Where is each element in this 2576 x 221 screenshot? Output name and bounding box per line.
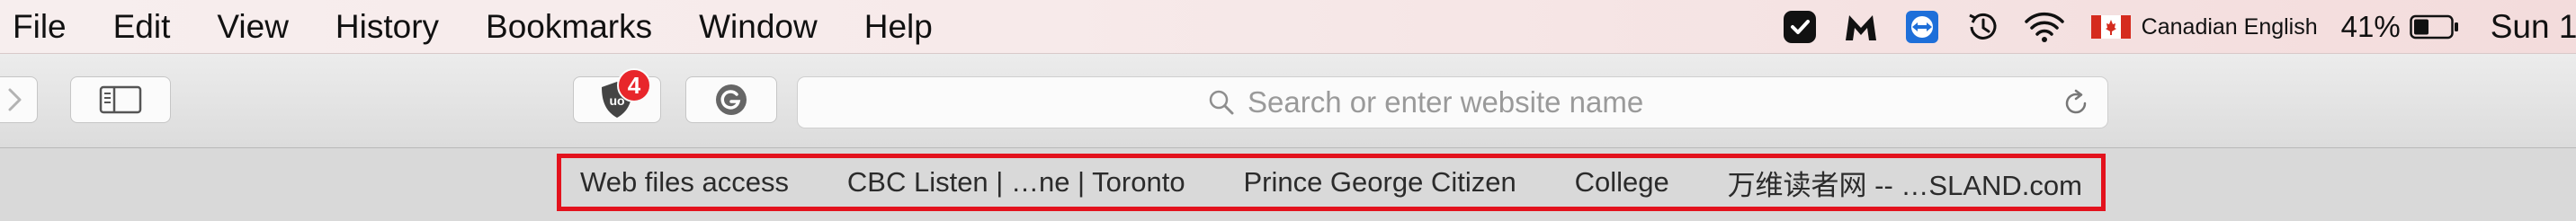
wifi-icon[interactable]	[2024, 6, 2065, 48]
sidebar-toggle-button[interactable]	[70, 76, 171, 123]
menu-view[interactable]: View	[193, 0, 312, 54]
malwarebytes-icon[interactable]	[1840, 6, 1882, 48]
reload-icon[interactable]	[2061, 88, 2091, 119]
forward-button[interactable]	[0, 76, 38, 123]
ublock-badge: 4	[617, 68, 651, 102]
app-menu: File Edit View History Bookmarks Window …	[0, 0, 956, 54]
favorite-wenxuecity[interactable]: 万维读者网 -- …SLAND.com	[1728, 163, 2082, 203]
shield-check-icon[interactable]	[1779, 6, 1820, 48]
address-field-content	[798, 77, 2107, 128]
clock[interactable]: Sun 10	[2491, 8, 2576, 46]
menu-bookmarks[interactable]: Bookmarks	[462, 0, 675, 54]
favorites-bar: Web files access CBC Listen | …ne | Toro…	[0, 148, 2576, 221]
address-bar[interactable]	[797, 76, 2108, 128]
menu-file[interactable]: File	[0, 0, 90, 54]
status-tray: Canadian English 41% Sun 10	[1769, 0, 2576, 54]
battery-icon[interactable]	[2409, 14, 2460, 40]
menu-window[interactable]: Window	[675, 0, 841, 54]
battery-fill	[2413, 19, 2428, 35]
input-source-label[interactable]: Canadian English	[2142, 14, 2318, 40]
canada-flag-icon[interactable]	[2090, 15, 2131, 39]
favorite-college[interactable]: College	[1575, 166, 1669, 199]
grammarly-extension-button[interactable]	[685, 76, 777, 123]
teamviewer-icon[interactable]	[1901, 6, 1943, 48]
sidebar-icon	[99, 85, 142, 114]
grammarly-icon	[716, 84, 747, 115]
favorite-web-files-access[interactable]: Web files access	[580, 166, 789, 199]
menu-bar: File Edit View History Bookmarks Window …	[0, 0, 2576, 54]
search-icon	[1209, 90, 1234, 115]
time-machine-icon[interactable]	[1963, 6, 2004, 48]
battery-percent[interactable]: 41%	[2341, 10, 2401, 44]
ublock-extension-button[interactable]: uo 4	[573, 68, 661, 123]
favorite-cbc-listen[interactable]: CBC Listen | …ne | Toronto	[847, 166, 1185, 199]
favorites-list: Web files access CBC Listen | …ne | Toro…	[557, 154, 2106, 211]
browser-toolbar: uo 4	[0, 54, 2576, 148]
url-search-input[interactable]	[1248, 85, 1697, 119]
menu-history[interactable]: History	[312, 0, 462, 54]
favorite-prince-george-citizen[interactable]: Prince George Citizen	[1243, 166, 1516, 199]
menu-help[interactable]: Help	[841, 0, 956, 54]
chevron-right-icon	[8, 88, 22, 111]
menu-edit[interactable]: Edit	[90, 0, 194, 54]
